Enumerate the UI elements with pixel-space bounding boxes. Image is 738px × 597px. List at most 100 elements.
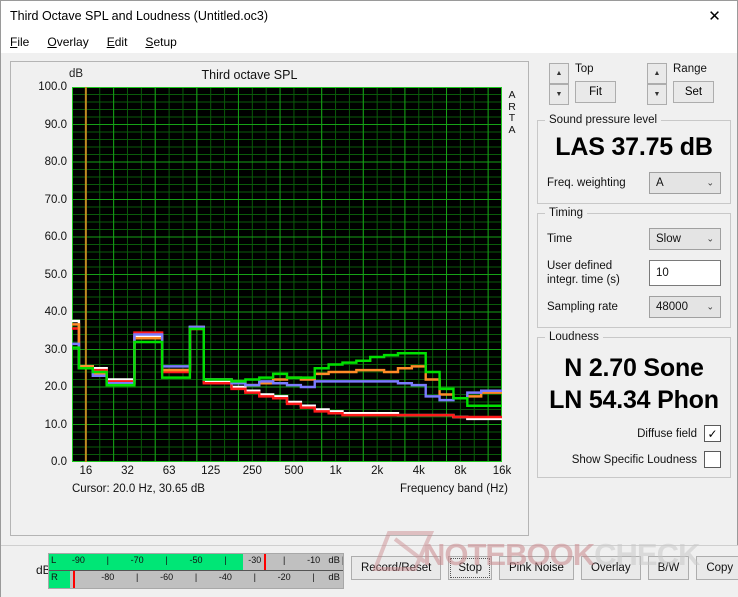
- spl-curves: [72, 87, 502, 462]
- y-axis-tick-label: 20.0: [44, 381, 67, 393]
- caret-down-icon[interactable]: ▼: [549, 84, 569, 105]
- level-meter-divider: |: [106, 555, 109, 565]
- loudness-group: Loudness N 2.70 Sone LN 54.34 Phon Diffu…: [537, 331, 731, 478]
- caret-up-icon[interactable]: ▲: [647, 63, 667, 84]
- time-select[interactable]: Slow ⌄: [649, 228, 721, 250]
- chevron-down-icon: ⌄: [706, 233, 714, 244]
- level-meter-right-unit: dB: [328, 572, 340, 583]
- level-meter-tick: -80: [101, 572, 115, 582]
- x-axis-tick-label: 500: [284, 465, 304, 477]
- menu-setup-label: etup: [153, 35, 177, 49]
- x-axis-title: Frequency band (Hz): [399, 483, 508, 495]
- y-axis-tick-label: 50.0: [44, 268, 67, 281]
- level-meter-tick: -20: [277, 572, 291, 582]
- transport-button-bar: Record/Reset Stop Pink Noise Overlay B/W Copy: [351, 556, 738, 580]
- x-axis-tick-label: 63: [162, 465, 176, 477]
- level-meter-divider: |: [312, 572, 315, 582]
- caret-up-icon[interactable]: ▲: [549, 63, 569, 84]
- specific-loudness-label: Show Specific Loudness: [571, 453, 697, 466]
- time-value: Slow: [656, 233, 681, 245]
- arta-letter: T: [508, 112, 516, 124]
- loudness-group-title: Loudness: [545, 331, 603, 343]
- level-meter-left-peak: [263, 554, 266, 570]
- graph-panel: dB Third octave SPL 0.0 10.0 20.0 30.0 40.0 5…: [10, 61, 529, 536]
- diffuse-field-checkbox[interactable]: ✓: [704, 425, 721, 442]
- level-meter-left-channel: L: [51, 555, 57, 566]
- specific-loudness-checkbox[interactable]: [704, 451, 721, 468]
- freq-weighting-label: Freq. weighting: [547, 177, 626, 189]
- loudness-phon-reading: LN 54.34 Phon: [549, 386, 719, 414]
- top-spinner[interactable]: ▲ ▼: [549, 63, 569, 105]
- freq-weighting-select[interactable]: A ⌄: [649, 172, 721, 194]
- y-axis-tick-label: 40.0: [44, 306, 67, 318]
- level-meter-divider: |: [283, 555, 286, 565]
- stop-button[interactable]: Stop: [448, 556, 492, 580]
- spl-group-title: Sound pressure level: [545, 114, 662, 126]
- loudness-sone-reading: N 2.70 Sone: [564, 354, 704, 382]
- graph-title: Third octave SPL: [201, 68, 298, 82]
- menu-overlay[interactable]: Overlay: [47, 35, 88, 49]
- level-meter-left-unit: dB: [328, 555, 340, 566]
- arta-third-octave-window: Third Octave SPL and Loudness (Untitled.…: [0, 0, 738, 597]
- y-axis-tick-label: 70.0: [44, 193, 67, 206]
- title-bar: Third Octave SPL and Loudness (Untitled.…: [1, 1, 737, 31]
- close-icon[interactable]: ✕: [692, 1, 737, 30]
- level-meter-divider: |: [165, 555, 168, 565]
- time-label: Time: [547, 233, 573, 245]
- fit-button[interactable]: Fit: [575, 81, 616, 103]
- level-meter-tick: -40: [218, 572, 232, 582]
- diffuse-field-label: Diffuse field: [637, 427, 697, 440]
- main-area: dB Third octave SPL 0.0 10.0 20.0 30.0 40.0 5…: [1, 53, 738, 545]
- level-meter-tick: -60: [160, 572, 174, 582]
- integration-time-label-line1: User defined: [547, 260, 613, 272]
- sampling-rate-label: Sampling rate: [547, 301, 618, 313]
- arta-letter: A: [508, 123, 516, 136]
- plot-area[interactable]: [72, 87, 502, 462]
- overlay-button[interactable]: Overlay: [580, 556, 641, 580]
- level-meter-tick: -50: [189, 555, 203, 565]
- level-meter-divider: |: [136, 572, 139, 582]
- menu-file-label: ile: [17, 35, 30, 49]
- y-axis-tick-label: 100.0: [38, 81, 67, 93]
- timing-group-title: Timing: [545, 207, 588, 219]
- arta-watermark-label: ARTA: [505, 89, 519, 136]
- menu-bar: File Overlay Edit Setup: [1, 31, 737, 53]
- pink-noise-button[interactable]: Pink Noise: [498, 556, 574, 580]
- menu-edit[interactable]: Edit: [107, 35, 128, 49]
- x-axis-tick-label: 4k: [412, 465, 425, 477]
- x-axis-tick-label: 250: [242, 465, 262, 477]
- x-axis-tick-label: 125: [201, 465, 221, 477]
- cursor-readout: Cursor: 20.0 Hz, 30.65 dB: [72, 483, 205, 495]
- bw-button[interactable]: B/W: [647, 556, 690, 580]
- sound-pressure-level-group: Sound pressure level LAS 37.75 dB Freq. …: [537, 114, 731, 204]
- menu-file[interactable]: File: [10, 35, 29, 49]
- set-button[interactable]: Set: [673, 81, 714, 103]
- copy-button[interactable]: Copy: [696, 556, 738, 580]
- level-meter[interactable]: L dB -90 | -70 | -50 | -30 | -10 | R dB -80 | -60 | -…: [48, 553, 344, 589]
- level-meter-divider: |: [253, 572, 256, 582]
- level-meter-tick: -70: [130, 555, 144, 565]
- y-axis-tick-label: 30.0: [44, 343, 67, 356]
- specific-loudness-row: Show Specific Loudness: [547, 451, 721, 468]
- spl-reading: LAS 37.75 dB: [555, 133, 713, 161]
- plot-canvas[interactable]: [72, 87, 502, 462]
- menu-edit-label: dit: [114, 35, 128, 49]
- caret-down-icon[interactable]: ▼: [647, 84, 667, 105]
- level-meter-right-row: R dB -80 | -60 | -40 | -20 |: [49, 571, 343, 588]
- menu-edit-accel: E: [106, 35, 115, 49]
- level-meter-tick: -90: [71, 555, 85, 565]
- integration-time-input[interactable]: 10: [649, 260, 721, 286]
- time-row: Time Slow ⌄: [547, 228, 721, 250]
- freq-weighting-value: A: [656, 177, 664, 189]
- y-axis-tick-label: 90.0: [44, 118, 67, 131]
- x-axis-tick-label: 1k: [329, 465, 342, 477]
- chevron-down-icon: ⌄: [706, 177, 714, 188]
- y-axis-tick-label: 10.0: [44, 418, 67, 431]
- x-axis-tick-label: 2k: [371, 465, 384, 477]
- sampling-rate-select[interactable]: 48000 ⌄: [649, 296, 721, 318]
- y-axis-tick-label: 60.0: [44, 231, 67, 243]
- range-spinner[interactable]: ▲ ▼: [647, 63, 667, 105]
- menu-setup[interactable]: Setup: [145, 35, 176, 49]
- level-meter-divider: |: [224, 555, 227, 565]
- record-reset-button[interactable]: Record/Reset: [351, 556, 442, 580]
